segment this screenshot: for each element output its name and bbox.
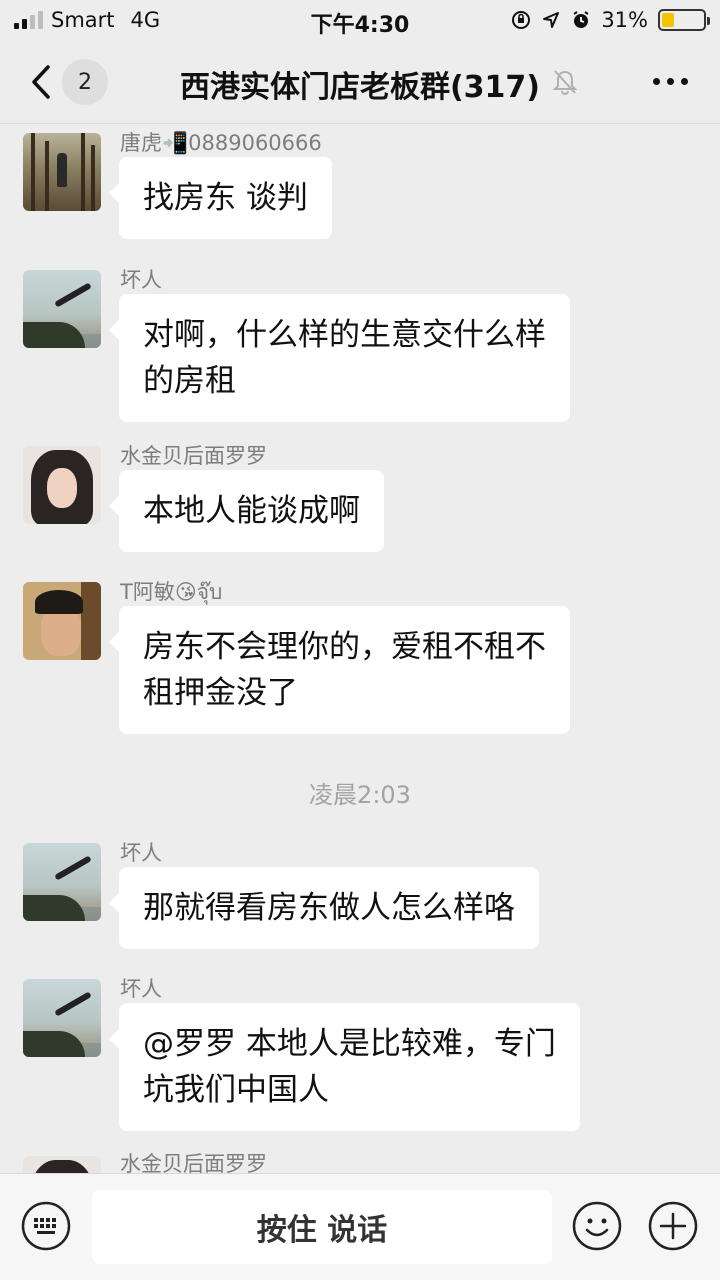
battery-percent: 31% xyxy=(601,8,648,32)
message-line: 的房租 xyxy=(143,363,236,399)
input-bar: 按住 说话 xyxy=(0,1173,720,1280)
keyboard-icon[interactable] xyxy=(20,1200,72,1252)
message-bubble[interactable]: 对啊，什么样的生意交什么样 的房租 xyxy=(109,294,570,422)
message-line: 房东不会理你的，爱租不租不 xyxy=(143,629,546,665)
sender-name: T阿敏😘จุ๊บ xyxy=(120,580,223,604)
hold-to-talk-button[interactable]: 按住 说话 xyxy=(92,1190,552,1264)
message-line: 本地人能谈成啊 xyxy=(143,493,360,529)
avatar[interactable] xyxy=(23,446,101,524)
status-bar: Smart 4G 下午4:30 31% xyxy=(0,0,720,40)
message-list[interactable]: 唐虎📲0889060666 找房东 谈判 坏人 对啊，什么样的生意交什么样 的房… xyxy=(0,125,720,1173)
plus-icon[interactable] xyxy=(647,1200,699,1252)
sender-name: 坏人 xyxy=(120,977,162,1001)
avatar[interactable] xyxy=(23,270,101,348)
message-bubble[interactable]: 房东不会理你的，爱租不租不 租押金没了 xyxy=(109,606,570,734)
avatar[interactable] xyxy=(23,843,101,921)
battery-icon xyxy=(658,9,710,31)
sender-name: 唐虎📲0889060666 xyxy=(120,131,322,155)
message-bubble[interactable]: 那就得看房东做人怎么样咯 xyxy=(109,867,539,949)
signal-strength-icon xyxy=(14,11,43,29)
message-line: @罗罗 本地人是比较难，专门 xyxy=(143,1026,556,1062)
back-arrow-icon[interactable] xyxy=(26,64,56,100)
more-options-icon[interactable] xyxy=(653,78,688,85)
message-line: 租押金没了 xyxy=(143,675,298,711)
network-type: 4G xyxy=(130,8,161,32)
location-icon xyxy=(541,10,561,30)
message-line: 找房东 谈判 xyxy=(143,180,308,216)
orientation-lock-icon xyxy=(511,10,531,30)
message-line: 对啊，什么样的生意交什么样 xyxy=(143,317,546,353)
avatar[interactable] xyxy=(23,1156,101,1173)
alarm-icon xyxy=(571,10,591,30)
sender-name: 坏人 xyxy=(120,841,162,865)
message-bubble[interactable]: 找房东 谈判 xyxy=(109,157,332,239)
chat-title: 西港实体门店老板群(317) xyxy=(179,70,541,105)
unread-count-badge[interactable]: 2 xyxy=(62,59,108,105)
sender-name: 水金贝后面罗罗 xyxy=(120,444,267,468)
avatar[interactable] xyxy=(23,133,101,211)
message-bubble[interactable]: @罗罗 本地人是比较难，专门 坑我们中国人 xyxy=(109,1003,580,1131)
avatar[interactable] xyxy=(23,582,101,660)
avatar[interactable] xyxy=(23,979,101,1057)
message-line: 那就得看房东做人怎么样咯 xyxy=(143,890,515,926)
sender-name: 水金贝后面罗罗 xyxy=(120,1152,267,1173)
message-bubble[interactable]: 本地人能谈成啊 xyxy=(109,470,384,552)
carrier-name: Smart xyxy=(51,8,115,32)
emoji-icon[interactable] xyxy=(571,1200,623,1252)
chat-header: 2 西港实体门店老板群(317) xyxy=(0,40,720,124)
message-line: 坑我们中国人 xyxy=(143,1072,329,1108)
sender-name: 坏人 xyxy=(120,268,162,292)
time-divider: 凌晨2:03 xyxy=(309,781,411,809)
mute-bell-icon xyxy=(552,70,578,95)
